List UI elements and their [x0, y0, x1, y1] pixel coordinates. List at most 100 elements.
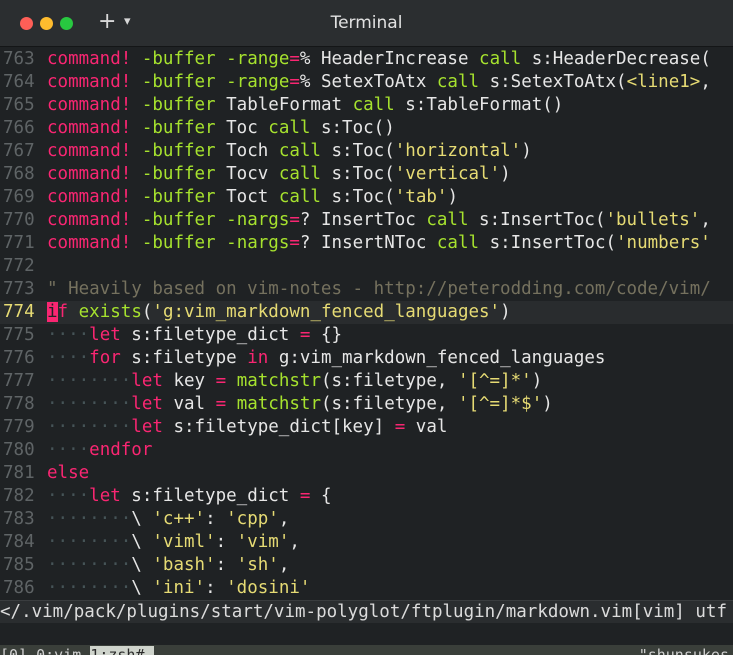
code-token: 'bullets': [605, 210, 701, 230]
code-line[interactable]: 769 command! -buffer Toct call s:Toc('tab…: [0, 186, 733, 209]
code-token: command!: [47, 72, 132, 92]
code-token: s:InsertToc(: [468, 210, 606, 230]
code-token: =: [394, 417, 406, 437]
code-token: ): [531, 371, 543, 391]
code-token: s:filetype_dict[key]: [162, 417, 395, 437]
code-line[interactable]: 785 ········\ 'bash': 'sh',: [0, 554, 733, 577]
code-line[interactable]: 766 command! -buffer Toc call s:Toc(): [0, 117, 733, 140]
code-token: 'bash': [152, 555, 216, 575]
code-line[interactable]: 772: [0, 255, 733, 278]
code-token: command!: [47, 164, 132, 184]
code-token: call: [278, 141, 321, 161]
code-token: ········: [47, 532, 132, 552]
code-line[interactable]: 768 command! -buffer Tocv call s:Toc('ver…: [0, 163, 733, 186]
code-token: command!: [47, 118, 132, 138]
code-token: exists: [78, 302, 142, 322]
code-line[interactable]: 764 command! -buffer -range=% SetexToAtx …: [0, 71, 733, 94]
code-line[interactable]: 784 ········\ 'viml': 'vim',: [0, 531, 733, 554]
tmux-window-zsh-active[interactable]: 1:zsh#-: [90, 646, 154, 655]
code-line[interactable]: 770 command! -buffer -nargs=? InsertToc c…: [0, 209, 733, 232]
vim-command-line[interactable]: [0, 623, 733, 646]
code-token: s:Toc(: [320, 141, 395, 161]
code-line[interactable]: 775 ····let s:filetype_dict = {}: [0, 324, 733, 347]
code-line[interactable]: 774 if exists('g:vim_markdown_fenced_lang…: [0, 301, 733, 324]
code-token: -range: [226, 49, 290, 69]
line-number: 770: [3, 210, 35, 230]
code-token: call: [278, 187, 321, 207]
code-token: ········: [47, 371, 132, 391]
code-token: -range: [226, 72, 290, 92]
code-line[interactable]: 765 command! -buffer TableFormat call s:T…: [0, 94, 733, 117]
code-token: :: [205, 509, 227, 529]
code-token: =: [289, 210, 300, 230]
code-token: :: [215, 555, 237, 575]
code-token: ········: [47, 555, 132, 575]
code-line[interactable]: 780 ····endfor: [0, 439, 733, 462]
code-token: 'dosini': [226, 578, 311, 598]
code-token: -buffer: [141, 118, 216, 138]
code-line[interactable]: 781 else: [0, 462, 733, 485]
line-number: 765: [3, 95, 35, 115]
code-line[interactable]: 771 command! -buffer -nargs=? InsertNToc …: [0, 232, 733, 255]
code-token: =: [299, 486, 311, 506]
code-token: let: [89, 325, 121, 345]
code-line[interactable]: 779 ········let s:filetype_dict[key] = va…: [0, 416, 733, 439]
code-token: in: [247, 348, 269, 368]
code-line[interactable]: 786 ········\ 'ini': 'dosini': [0, 577, 733, 600]
code-token: ,: [278, 509, 290, 529]
code-token: command!: [47, 233, 132, 253]
code-token: ? InsertToc: [299, 210, 427, 230]
code-token: call: [479, 49, 522, 69]
code-token: \: [131, 555, 153, 575]
code-token: \: [131, 578, 153, 598]
line-number: 784: [3, 532, 35, 552]
code-token: s:Toc(: [320, 187, 395, 207]
code-token: 'ini': [152, 578, 206, 598]
code-token: s:HeaderDecrease(: [521, 49, 711, 69]
code-token: -buffer: [141, 233, 216, 253]
code-line[interactable]: 763 command! -buffer -range=% HeaderIncre…: [0, 48, 733, 71]
code-token: ····: [47, 486, 90, 506]
code-line[interactable]: 783 ········\ 'c++': 'cpp',: [0, 508, 733, 531]
code-token: " Heavily based on vim-notes - http://pe…: [47, 279, 711, 299]
code-token: s:InsertToc(: [479, 233, 617, 253]
code-token: matchstr: [236, 371, 321, 391]
code-token: -buffer: [141, 187, 216, 207]
code-token: {: [310, 486, 332, 506]
code-line[interactable]: 778 ········let val = matchstr(s:filetype…: [0, 393, 733, 416]
code-line[interactable]: 773 " Heavily based on vim-notes - http:/…: [0, 278, 733, 301]
code-line[interactable]: 776 ····for s:filetype in g:vim_markdown_…: [0, 347, 733, 370]
code-token: call: [278, 164, 321, 184]
code-token: =: [289, 233, 300, 253]
code-token: =: [299, 325, 311, 345]
code-token: (s:filetype,: [320, 371, 458, 391]
vim-editor-buffer[interactable]: 763 command! -buffer -range=% HeaderIncre…: [0, 48, 733, 600]
code-token: let: [131, 371, 163, 391]
code-token: ,: [278, 555, 290, 575]
code-token: =: [289, 49, 300, 69]
code-token: command!: [47, 187, 132, 207]
code-line[interactable]: 777 ········let key = matchstr(s:filetype…: [0, 370, 733, 393]
code-token: command!: [47, 49, 132, 69]
code-token: -nargs: [226, 233, 290, 253]
line-number: 776: [3, 348, 35, 368]
code-token: 'viml': [152, 532, 216, 552]
code-token: s:filetype: [120, 348, 248, 368]
code-token: 'vertical': [394, 164, 501, 184]
code-token: =: [215, 394, 227, 414]
code-token: TableFormat: [215, 95, 353, 115]
code-token: ········: [47, 417, 132, 437]
window-title: Terminal: [330, 13, 403, 33]
code-line[interactable]: 782 ····let s:filetype_dict = {: [0, 485, 733, 508]
tmux-window-vim[interactable]: [0] 0:vim: [0, 646, 90, 655]
code-line[interactable]: 767 command! -buffer Toch call s:Toc('hor…: [0, 140, 733, 163]
line-number: 780: [3, 440, 35, 460]
